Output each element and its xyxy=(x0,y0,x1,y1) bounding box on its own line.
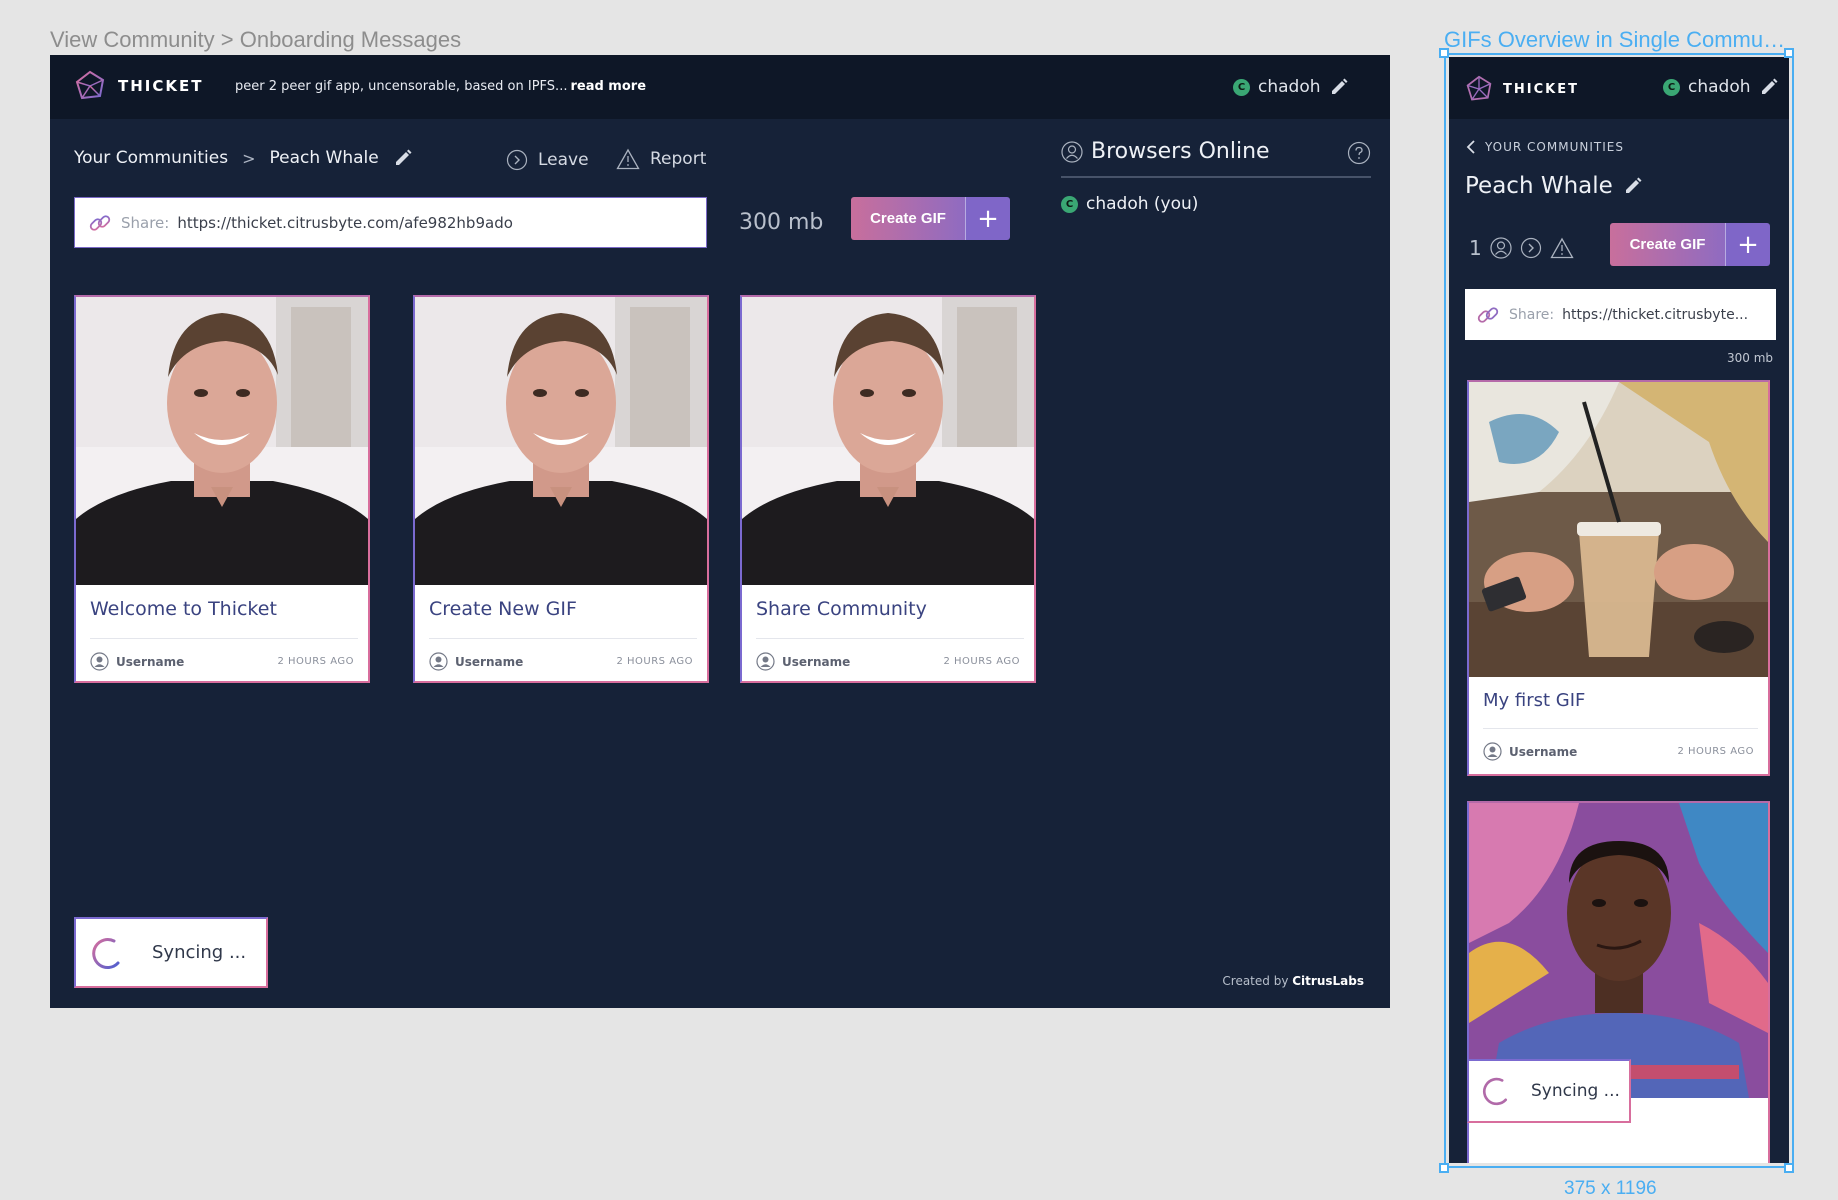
online-user-name: chadoh (you) xyxy=(1086,194,1199,214)
card-user[interactable]: Username xyxy=(756,652,850,671)
footer-brand-link[interactable]: CitrusLabs xyxy=(1292,974,1364,988)
storage-used: 300 mb xyxy=(739,210,824,235)
link-icon xyxy=(89,214,111,231)
browsers-online-panel: Browsers Online C chadoh (you) xyxy=(1061,139,1371,214)
resize-handle[interactable] xyxy=(1784,1163,1794,1173)
report-button[interactable]: Report xyxy=(616,148,706,170)
card-title: Create New GIF xyxy=(429,598,577,620)
share-url[interactable]: https://thicket.citrusbyte.com/afe982hb9… xyxy=(177,214,513,232)
warning-icon xyxy=(616,148,640,170)
user-icon xyxy=(90,652,109,671)
card-divider xyxy=(90,638,358,639)
card-meta: Username 2 HOURS AGO xyxy=(429,652,693,671)
leave-label: Leave xyxy=(538,150,589,170)
breadcrumb-separator: > xyxy=(242,148,256,168)
edit-user-icon[interactable] xyxy=(1329,77,1349,97)
user-avatar: C xyxy=(1233,78,1250,96)
artboard-size-label: 375 x 1196 xyxy=(1564,1178,1657,1199)
card-time: 2 HOURS AGO xyxy=(943,656,1020,667)
create-gif-button-group: Create GIF + xyxy=(851,197,1010,240)
share-field[interactable]: Share: https://thicket.citrusbyte.com/af… xyxy=(74,197,707,248)
tagline-text: peer 2 peer gif app, uncensorable, based… xyxy=(235,79,568,94)
card-meta: Username 2 HOURS AGO xyxy=(90,652,354,671)
breadcrumb-your-communities[interactable]: Your Communities xyxy=(74,148,228,168)
desktop-artboard: THICKET peer 2 peer gif app, uncensorabl… xyxy=(50,55,1390,1008)
card-username: Username xyxy=(116,654,185,669)
help-icon[interactable] xyxy=(1347,141,1371,165)
report-label: Report xyxy=(650,149,707,169)
gif-preview-smiling-man xyxy=(415,297,707,585)
spinner-icon xyxy=(92,937,120,969)
browsers-online-header: Browsers Online xyxy=(1061,139,1371,178)
gif-preview-smiling-man xyxy=(76,297,368,585)
syncing-label: Syncing ... xyxy=(152,942,247,963)
browsers-online-title: Browsers Online xyxy=(1091,139,1270,164)
create-gif-plus-button[interactable]: + xyxy=(965,197,1010,240)
create-gif-button[interactable]: Create GIF xyxy=(851,197,965,240)
gif-card[interactable]: Share Community Username 2 HOURS AGO xyxy=(740,295,1036,683)
card-title: Welcome to Thicket xyxy=(90,598,277,620)
resize-handle[interactable] xyxy=(1439,48,1449,58)
card-title: Share Community xyxy=(756,598,927,620)
current-user[interactable]: C chadoh xyxy=(1233,77,1349,97)
card-user[interactable]: Username xyxy=(429,652,523,671)
card-meta: Username 2 HOURS AGO xyxy=(756,652,1020,671)
read-more-link[interactable]: read more xyxy=(570,79,646,94)
tagline: peer 2 peer gif app, uncensorable, based… xyxy=(235,79,646,94)
desktop-artboard-label: View Community > Onboarding Messages xyxy=(50,27,462,52)
resize-handle[interactable] xyxy=(1784,48,1794,58)
gif-card[interactable]: Welcome to Thicket Username 2 HOURS AGO xyxy=(74,295,370,683)
user-icon xyxy=(756,652,775,671)
card-divider xyxy=(429,638,697,639)
leave-icon xyxy=(506,149,528,171)
user-icon xyxy=(429,652,448,671)
leave-button[interactable]: Leave xyxy=(506,149,589,171)
edit-community-icon[interactable] xyxy=(393,148,413,168)
user-name: chadoh xyxy=(1258,77,1321,97)
top-bar: THICKET peer 2 peer gif app, uncensorabl… xyxy=(50,55,1390,119)
card-time: 2 HOURS AGO xyxy=(277,656,354,667)
card-time: 2 HOURS AGO xyxy=(616,656,693,667)
brand-name: THICKET xyxy=(118,77,204,95)
card-user[interactable]: Username xyxy=(90,652,184,671)
mobile-selection-frame xyxy=(1444,53,1794,1168)
thicket-logo-icon xyxy=(75,70,105,100)
card-divider xyxy=(756,638,1024,639)
footer-prefix: Created by xyxy=(1222,974,1289,988)
gif-preview-smiling-man xyxy=(742,297,1034,585)
card-username: Username xyxy=(782,654,851,669)
footer-credit: Created by CitrusLabs xyxy=(1222,974,1364,988)
thicket-logo[interactable]: THICKET xyxy=(74,70,203,102)
breadcrumb: Your Communities > Peach Whale xyxy=(74,148,413,168)
share-label: Share: xyxy=(121,213,170,232)
breadcrumb-current: Peach Whale xyxy=(269,148,379,168)
members-icon xyxy=(1061,140,1083,163)
syncing-toast: Syncing ... xyxy=(74,917,268,988)
online-user-avatar: C xyxy=(1061,195,1078,213)
gif-card[interactable]: Create New GIF Username 2 HOURS AGO xyxy=(413,295,709,683)
online-user: C chadoh (you) xyxy=(1061,194,1371,214)
card-username: Username xyxy=(455,654,524,669)
mobile-artboard-label[interactable]: GIFs Overview in Single Commun... xyxy=(1444,27,1792,53)
resize-handle[interactable] xyxy=(1439,1163,1449,1173)
